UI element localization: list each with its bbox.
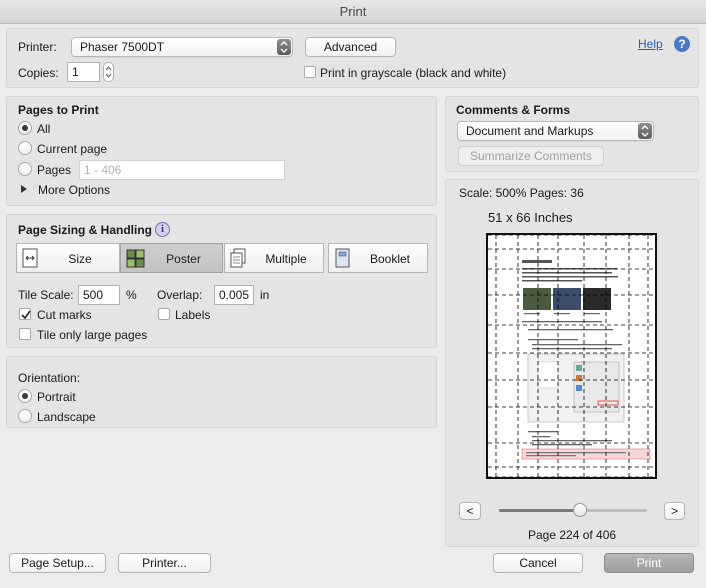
checkmark-icon	[21, 310, 31, 320]
page-slider[interactable]	[499, 503, 647, 517]
portrait-radio[interactable]	[18, 389, 32, 403]
page-setup-button[interactable]: Page Setup...	[9, 553, 106, 573]
booklet-button[interactable]: Booklet	[328, 243, 428, 273]
tile-only-large-label: Tile only large pages	[37, 328, 148, 342]
pages-all-label: All	[37, 122, 51, 136]
printer-select-value: Phaser 7500DT	[80, 40, 165, 54]
sizing-heading: Page Sizing & Handling	[18, 223, 153, 237]
copies-field[interactable]: 1	[67, 62, 100, 82]
multiple-label: Multiple	[265, 252, 307, 266]
pages-range-radio[interactable]	[18, 162, 32, 176]
poster-icon	[126, 249, 145, 268]
multiple-icon	[230, 248, 246, 268]
print-button[interactable]: Print	[604, 553, 694, 573]
popup-arrows-icon	[638, 123, 652, 139]
grayscale-checkbox[interactable]	[304, 66, 316, 78]
printer-select[interactable]: Phaser 7500DT	[71, 37, 293, 57]
pages-range-field[interactable]: 1 - 406	[79, 160, 285, 180]
prev-page-button[interactable]: <	[459, 502, 481, 520]
scale-text: Scale: 500% Pages: 36	[459, 186, 584, 200]
slider-thumb[interactable]	[572, 503, 587, 517]
page-counter: Page 224 of 406	[528, 528, 617, 542]
multiple-button[interactable]: Multiple	[224, 243, 324, 273]
cancel-button[interactable]: Cancel	[493, 553, 583, 573]
comments-select-value: Document and Markups	[466, 124, 594, 138]
comments-select[interactable]: Document and Markups	[457, 121, 654, 141]
size-label: Size	[68, 252, 92, 266]
landscape-radio[interactable]	[18, 409, 32, 423]
poster-label: Poster	[166, 252, 201, 266]
more-options-label[interactable]: More Options	[38, 183, 110, 197]
copies-stepper[interactable]	[103, 62, 114, 82]
page-preview-image	[488, 234, 655, 478]
poster-button[interactable]: Poster	[120, 243, 223, 273]
pages-all-radio[interactable]	[18, 121, 32, 135]
size-text: 51 x 66 Inches	[488, 210, 573, 225]
percent-label: %	[126, 288, 137, 302]
overlap-unit-label: in	[260, 288, 270, 302]
pages-current-label: Current page	[37, 142, 108, 156]
overlap-field[interactable]: 0.005	[214, 285, 254, 305]
overlap-label: Overlap:	[157, 288, 203, 302]
size-icon	[22, 248, 38, 268]
next-page-button[interactable]: >	[664, 502, 685, 520]
cut-marks-label: Cut marks	[37, 308, 92, 322]
tile-only-large-checkbox[interactable]	[19, 328, 31, 340]
info-icon[interactable]: i	[155, 222, 170, 237]
summarize-comments-button[interactable]: Summarize Comments	[458, 146, 604, 166]
printer-button[interactable]: Printer...	[118, 553, 211, 573]
pages-range-label: Pages	[37, 163, 72, 177]
window-title: Print	[0, 0, 706, 24]
booklet-label: Booklet	[369, 252, 411, 266]
booklet-icon	[335, 248, 350, 268]
landscape-label: Landscape	[37, 410, 96, 424]
cut-marks-checkbox[interactable]	[19, 308, 31, 320]
popup-arrows-icon	[277, 39, 291, 55]
disclosure-triangle-icon[interactable]	[21, 185, 27, 193]
pages-current-radio[interactable]	[18, 141, 32, 155]
comments-heading: Comments & Forms	[456, 103, 571, 117]
portrait-label: Portrait	[37, 390, 76, 404]
help-link[interactable]: Help	[638, 37, 663, 51]
help-icon[interactable]: ?	[674, 36, 690, 52]
advanced-button[interactable]: Advanced	[305, 37, 396, 57]
copies-label: Copies:	[18, 66, 59, 80]
tile-scale-field[interactable]: 500	[78, 285, 120, 305]
grayscale-label: Print in grayscale (black and white)	[320, 66, 507, 80]
printer-label: Printer:	[18, 40, 57, 54]
labels-checkbox[interactable]	[158, 308, 170, 320]
stepper-icon	[105, 66, 112, 78]
page-preview	[486, 233, 657, 479]
orientation-heading: Orientation:	[18, 371, 81, 385]
size-button[interactable]: Size	[16, 243, 120, 273]
pages-heading: Pages to Print	[18, 103, 99, 117]
labels-label: Labels	[175, 308, 211, 322]
tile-scale-label: Tile Scale:	[18, 288, 74, 302]
